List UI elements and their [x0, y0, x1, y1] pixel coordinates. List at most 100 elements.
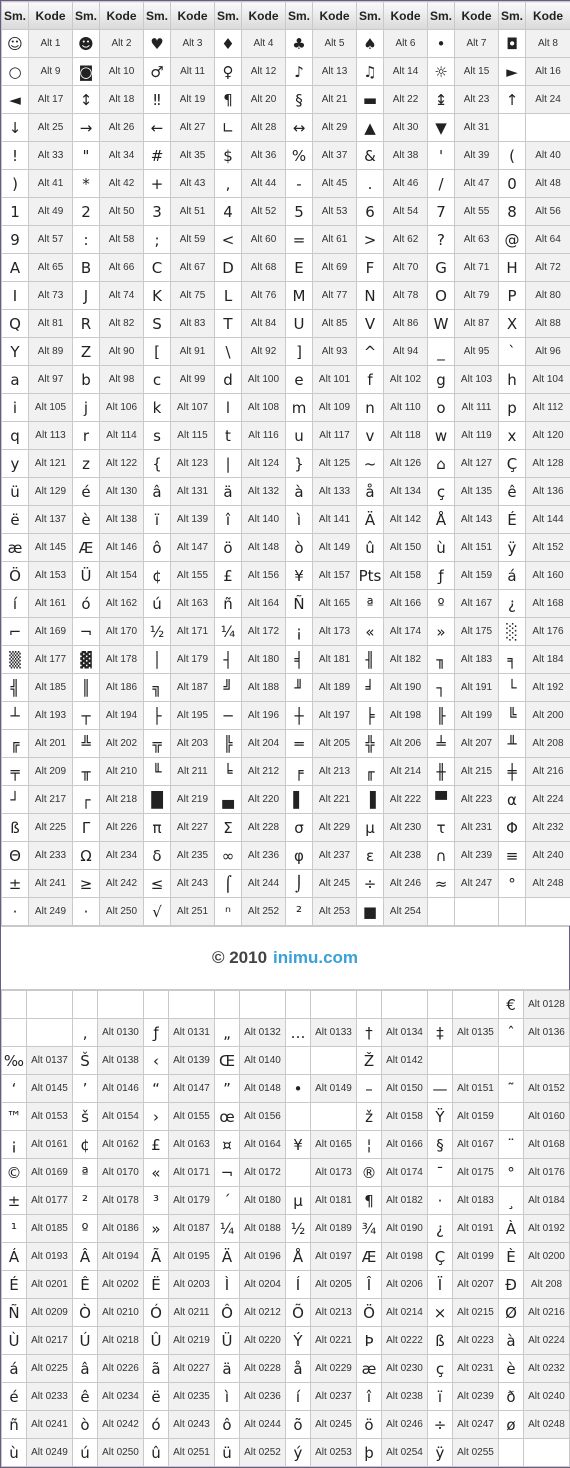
symbol-cell: ¾ — [357, 1215, 382, 1243]
symbol-cell: ┌ — [73, 786, 100, 814]
header-sym: Sm. — [215, 2, 242, 30]
symbol-cell: ┼ — [286, 702, 313, 730]
symbol-cell: Ê — [73, 1271, 98, 1299]
alt-code-cell: Alt 0130 — [98, 1019, 144, 1047]
alt-code-cell: Alt 123 — [171, 450, 215, 478]
alt-code-cell: Alt 162 — [100, 590, 144, 618]
symbol-cell: ≥ — [73, 870, 100, 898]
alt-code-cell: Alt 185 — [29, 674, 73, 702]
table-row: ☺Alt 1☻Alt 2♥Alt 3♦Alt 4♣Alt 5♠Alt 6•Alt… — [2, 30, 570, 58]
alt-code-cell: Alt 166 — [384, 590, 428, 618]
symbol-cell: ÷ — [357, 870, 384, 898]
alt-code-cell: Alt 11 — [171, 58, 215, 86]
alt-code-cell: Alt 21 — [313, 86, 357, 114]
symbol-cell: < — [215, 226, 242, 254]
alt-code-cell: Alt 0207 — [453, 1271, 499, 1299]
alt-code-cell: Alt 67 — [171, 254, 215, 282]
symbol-cell: ‚ — [73, 1019, 98, 1047]
table-header-row: Sm.KodeSm.KodeSm.KodeSm.KodeSm.KodeSm.Ko… — [2, 2, 570, 30]
alt-code-cell: Alt 203 — [171, 730, 215, 758]
table-row: éAlt 0233êAlt 0234ëAlt 0235ìAlt 0236íAlt… — [2, 1383, 570, 1411]
symbol-cell: Ñ — [286, 590, 313, 618]
alt-code-cell — [524, 1439, 570, 1467]
alt-code-cell: Alt 0163 — [169, 1131, 215, 1159]
symbol-cell: ► — [499, 58, 526, 86]
table-row: ‘Alt 0145’Alt 0146“Alt 0147”Alt 0148•Alt… — [2, 1075, 570, 1103]
symbol-cell: ☺ — [2, 30, 29, 58]
alt-code-cell: Alt 48 — [526, 170, 570, 198]
symbol-cell: ° — [499, 870, 526, 898]
alt-code-cell: Alt 8 — [526, 30, 570, 58]
symbol-cell: u — [286, 422, 313, 450]
alt-code-cell: Alt 200 — [526, 702, 570, 730]
symbol-cell: º — [73, 1215, 98, 1243]
symbol-cell: ↓ — [2, 114, 29, 142]
alt-code-cell: Alt 136 — [526, 478, 570, 506]
alt-code-cell: Alt 96 — [526, 338, 570, 366]
table-row: ▒Alt 177▓Alt 178│Alt 179┤Alt 180╡Alt 181… — [2, 646, 570, 674]
symbol-cell: ä — [215, 1355, 240, 1383]
alt-code-cell: Alt 0245 — [311, 1411, 357, 1439]
table-row: ÑAlt 0209ÒAlt 0210ÓAlt 0211ÔAlt 0212ÕAlt… — [2, 1299, 570, 1327]
symbol-cell: ß — [2, 814, 29, 842]
symbol-cell: ï — [428, 1383, 453, 1411]
symbol-cell: ╟ — [428, 702, 455, 730]
alt-code-cell: Alt 53 — [313, 198, 357, 226]
table-row: ñAlt 0241òAlt 0242óAlt 0243ôAlt 0244õAlt… — [2, 1411, 570, 1439]
symbol-cell: Ï — [428, 1271, 453, 1299]
header-code: Kode — [29, 2, 73, 30]
symbol-cell: ê — [73, 1383, 98, 1411]
alt-code-cell: Alt 0166 — [382, 1131, 428, 1159]
alt-code-cell: Alt 0133 — [311, 1019, 357, 1047]
symbol-cell — [2, 991, 27, 1019]
symbol-cell: c — [144, 366, 171, 394]
alt-code-cell: Alt 220 — [242, 786, 286, 814]
alt-code-cell: Alt 251 — [171, 898, 215, 926]
symbol-cell: ³ — [144, 1187, 169, 1215]
alt-code-cell: Alt 0170 — [98, 1159, 144, 1187]
alt-code-cell: Alt 0159 — [453, 1103, 499, 1131]
alt-code-cell: Alt 145 — [29, 534, 73, 562]
symbol-cell: ♥ — [144, 30, 171, 58]
symbol-cell: é — [2, 1383, 27, 1411]
symbol-cell: D — [215, 254, 242, 282]
symbol-cell: ╪ — [499, 758, 526, 786]
symbol-cell: ╓ — [357, 758, 384, 786]
alt-code-cell: Alt 31 — [455, 114, 499, 142]
symbol-cell: [ — [144, 338, 171, 366]
alt-code-cell: Alt 0237 — [311, 1383, 357, 1411]
symbol-cell: ╘ — [215, 758, 242, 786]
symbol-cell: ‰ — [2, 1047, 27, 1075]
alt-code-cell: Alt 103 — [455, 366, 499, 394]
alt-code-cell: Alt 0135 — [453, 1019, 499, 1047]
symbol-cell: © — [2, 1159, 27, 1187]
alt-code-cell: Alt 0241 — [27, 1411, 73, 1439]
symbol-cell: ♣ — [286, 30, 313, 58]
alt-code-cell: Alt 91 — [171, 338, 215, 366]
alt-code-cell: Alt 0209 — [27, 1299, 73, 1327]
site-link[interactable]: inimu.com — [273, 948, 358, 968]
alt-code-cell: Alt 0154 — [98, 1103, 144, 1131]
alt-code-cell: Alt 149 — [313, 534, 357, 562]
alt-code-cell: Alt 0228 — [240, 1355, 286, 1383]
table-row: ëAlt 137èAlt 138ïAlt 139îAlt 140ìAlt 141… — [2, 506, 570, 534]
symbol-cell: ↑ — [499, 86, 526, 114]
symbol-cell: Æ — [357, 1243, 382, 1271]
alt-code-cell: Alt 187 — [171, 674, 215, 702]
alt-code-cell: Alt 61 — [313, 226, 357, 254]
symbol-cell: Ý — [286, 1327, 311, 1355]
alt-code-cell — [240, 991, 286, 1019]
alt-code-cell: Alt 225 — [29, 814, 73, 842]
symbol-cell: ╤ — [2, 758, 29, 786]
symbol-cell: Ç — [499, 450, 526, 478]
symbol-cell: ë — [144, 1383, 169, 1411]
alt-code-cell: Alt 213 — [313, 758, 357, 786]
alt-code-cell: Alt 217 — [29, 786, 73, 814]
alt-code-cell: Alt 0239 — [453, 1383, 499, 1411]
alt-code-cell: Alt 81 — [29, 310, 73, 338]
symbol-cell — [286, 1103, 311, 1131]
symbol-cell: N — [357, 282, 384, 310]
symbol-cell: ‼ — [144, 86, 171, 114]
alt-code-cell: Alt 0139 — [169, 1047, 215, 1075]
symbol-cell: ╣ — [2, 674, 29, 702]
